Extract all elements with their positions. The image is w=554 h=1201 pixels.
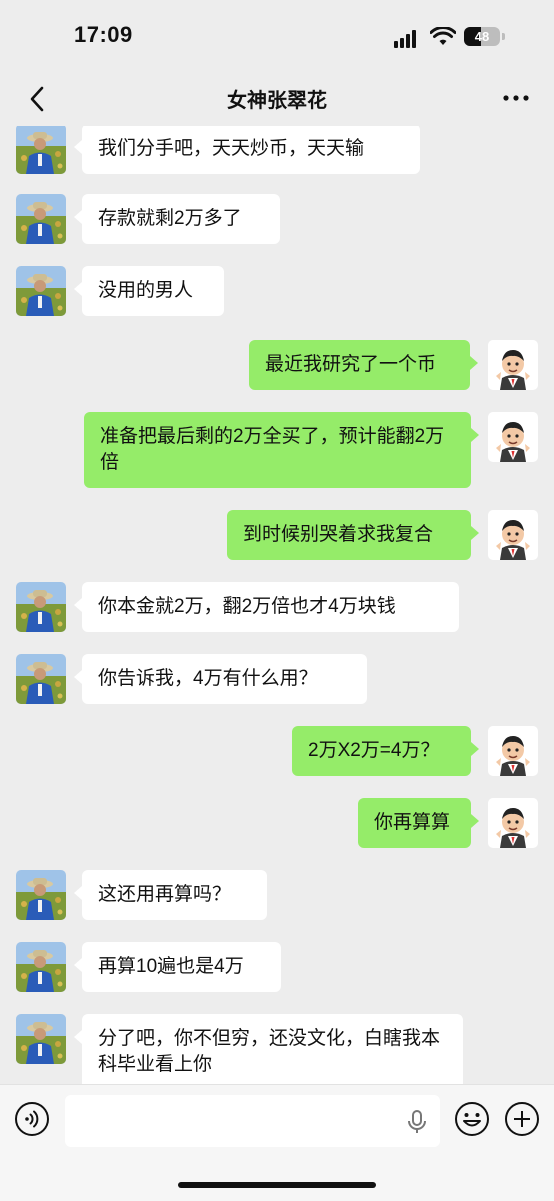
- message-bubble[interactable]: 你再算算: [358, 798, 479, 848]
- battery-icon: 48: [464, 27, 500, 46]
- emoji-icon: [455, 1102, 489, 1136]
- battery-percent: 48: [474, 29, 490, 44]
- contact-avatar[interactable]: [16, 654, 66, 704]
- ellipsis-icon: [503, 95, 529, 101]
- emoji-button[interactable]: [454, 1101, 490, 1137]
- more-options-button[interactable]: [496, 84, 536, 112]
- contact-avatar[interactable]: [16, 582, 66, 632]
- message-bubble[interactable]: 最近我研究了一个币: [249, 340, 478, 390]
- chat-title: 女神张翠花: [227, 90, 327, 112]
- message-bubble[interactable]: 这还用再算吗？: [74, 870, 267, 920]
- my-avatar[interactable]: [488, 798, 538, 848]
- message-bubble[interactable]: 分了吧，你不但穷，还没文化，白瞎我本科毕业看上你: [74, 1014, 463, 1084]
- contact-avatar[interactable]: [16, 194, 66, 244]
- contact-avatar[interactable]: [16, 942, 66, 992]
- cellular-signal-icon: [394, 30, 418, 48]
- voice-icon: [15, 1102, 49, 1136]
- message-bubble[interactable]: 你本金就2万，翻2万倍也才4万块钱: [74, 582, 459, 632]
- message-bubble[interactable]: 存款就剩2万多了: [74, 194, 280, 244]
- message-list[interactable]: 我们分手吧，天天炒币，天天输 存款就剩2万多了 没用的男人 最近我研究了一个币准备把最…: [0, 126, 554, 1084]
- message-bubble[interactable]: 到时候别哭着求我复合: [227, 510, 479, 560]
- more-functions-button[interactable]: [504, 1101, 540, 1137]
- contact-avatar[interactable]: [16, 266, 66, 316]
- contact-avatar[interactable]: [16, 126, 66, 174]
- plus-icon: [505, 1102, 539, 1136]
- message-bubble[interactable]: 我们分手吧，天天炒币，天天输: [74, 126, 420, 174]
- message-bubble[interactable]: 准备把最后剩的2万全买了，预计能翻2万倍: [84, 412, 479, 488]
- mic-icon[interactable]: [406, 1109, 428, 1135]
- voice-button[interactable]: [14, 1101, 50, 1137]
- status-time: 17:09: [74, 22, 133, 47]
- my-avatar[interactable]: [488, 340, 538, 390]
- home-indicator: [178, 1182, 376, 1188]
- my-avatar[interactable]: [488, 412, 538, 462]
- chat-header: 女神张翠花: [0, 70, 554, 126]
- message-bubble[interactable]: 再算10遍也是4万: [74, 942, 281, 992]
- message-bubble[interactable]: 2万X2万=4万？: [292, 726, 479, 776]
- wifi-icon: [430, 27, 456, 45]
- battery-cap: [502, 33, 505, 40]
- message-bubble[interactable]: 没用的男人: [74, 266, 224, 316]
- status-bar: 17:09 48: [0, 0, 554, 70]
- contact-avatar[interactable]: [16, 1014, 66, 1064]
- my-avatar[interactable]: [488, 510, 538, 560]
- contact-avatar[interactable]: [16, 870, 66, 920]
- my-avatar[interactable]: [488, 726, 538, 776]
- message-bubble[interactable]: 你告诉我，4万有什么用？: [74, 654, 367, 704]
- message-input[interactable]: [65, 1095, 440, 1147]
